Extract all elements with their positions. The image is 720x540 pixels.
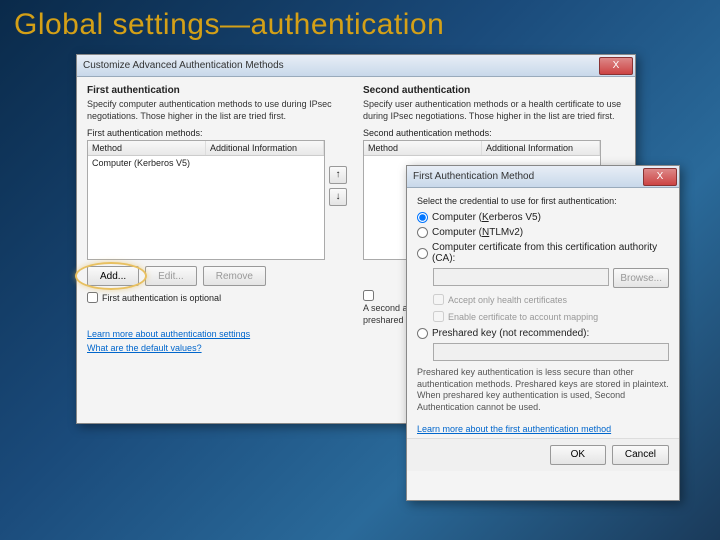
health-cert-checkbox[interactable]: Accept only health certificates <box>433 294 669 305</box>
ok-button[interactable]: OK <box>550 445 606 465</box>
radio-input[interactable] <box>417 328 428 339</box>
first-methods-list[interactable]: Method Additional Information Computer (… <box>87 140 325 260</box>
ca-input[interactable] <box>433 268 609 286</box>
radio-label: Preshared key (not recommended): <box>432 328 589 339</box>
radio-kerberos[interactable]: Computer (Kerberos V5) <box>417 212 669 223</box>
col-method: Method <box>364 141 482 155</box>
psk-note: Preshared key authentication is less sec… <box>417 367 669 414</box>
psk-input[interactable] <box>433 343 669 361</box>
second-methods-label: Second authentication methods: <box>363 128 625 138</box>
col-info: Additional Information <box>482 141 600 155</box>
edit-button[interactable]: Edit... <box>145 266 197 286</box>
radio-label: Computer (Kerberos V5) <box>432 212 541 223</box>
cert-mapping-checkbox[interactable]: Enable certificate to account mapping <box>433 311 669 322</box>
slide-title: Global settings—authentication <box>0 0 720 50</box>
learn-more-link[interactable]: Learn more about authentication settings <box>87 329 349 339</box>
radio-input[interactable] <box>417 212 428 223</box>
second-auth-desc: Specify user authentication methods or a… <box>363 99 625 122</box>
radio-label: Computer certificate from this certifica… <box>432 242 669 264</box>
prompt-text: Select the credential to use for first a… <box>417 196 669 206</box>
checkbox-label: First authentication is optional <box>102 293 221 303</box>
checkbox-label: Enable certificate to account mapping <box>448 312 598 322</box>
sub-titlebar: First Authentication Method X <box>407 166 679 188</box>
learn-more-first-auth-link[interactable]: Learn more about the first authenticatio… <box>417 424 669 434</box>
col-info: Additional Information <box>206 141 324 155</box>
first-auth-column: First authentication Specify computer au… <box>87 85 349 353</box>
move-down-button[interactable]: ↓ <box>329 188 347 206</box>
radio-psk[interactable]: Preshared key (not recommended): <box>417 328 669 339</box>
sub-dialog: First Authentication Method X Select the… <box>406 165 680 501</box>
highlight-ring <box>75 262 147 290</box>
cancel-button[interactable]: Cancel <box>612 445 669 465</box>
col-method: Method <box>88 141 206 155</box>
first-optional-checkbox[interactable]: First authentication is optional <box>87 292 349 303</box>
main-titlebar: Customize Advanced Authentication Method… <box>77 55 635 77</box>
checkbox-input[interactable] <box>433 311 444 322</box>
second-auth-heading: Second authentication <box>363 85 625 96</box>
radio-label: Computer (NTLMv2) <box>432 227 523 238</box>
first-methods-label: First authentication methods: <box>87 128 349 138</box>
remove-button[interactable]: Remove <box>203 266 266 286</box>
move-up-button[interactable]: ↑ <box>329 166 347 184</box>
checkbox-input[interactable] <box>363 290 374 301</box>
list-item[interactable]: Computer (Kerberos V5) <box>88 156 324 170</box>
radio-cert[interactable]: Computer certificate from this certifica… <box>417 242 669 264</box>
sub-title-text: First Authentication Method <box>413 171 534 182</box>
first-auth-heading: First authentication <box>87 85 349 96</box>
checkbox-input[interactable] <box>433 294 444 305</box>
first-auth-desc: Specify computer authentication methods … <box>87 99 349 122</box>
close-icon[interactable]: X <box>599 57 633 75</box>
main-title-text: Customize Advanced Authentication Method… <box>83 60 284 71</box>
radio-ntlm[interactable]: Computer (NTLMv2) <box>417 227 669 238</box>
default-values-link[interactable]: What are the default values? <box>87 343 349 353</box>
checkbox-label: Accept only health certificates <box>448 295 567 305</box>
radio-input[interactable] <box>417 248 428 259</box>
radio-input[interactable] <box>417 227 428 238</box>
checkbox-input[interactable] <box>87 292 98 303</box>
close-icon[interactable]: X <box>643 168 677 186</box>
browse-button[interactable]: Browse... <box>613 268 669 288</box>
